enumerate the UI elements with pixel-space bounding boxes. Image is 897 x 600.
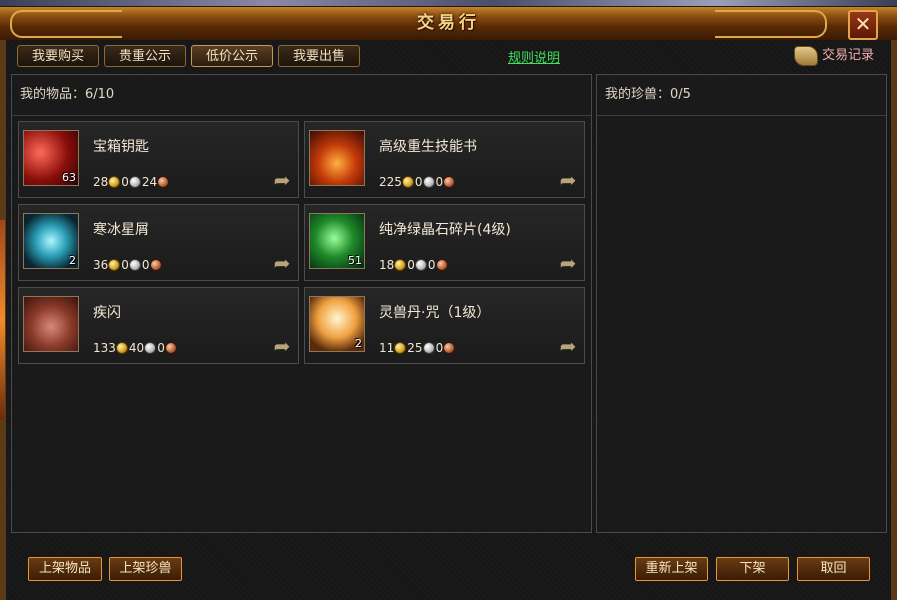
item-price: 36 0 0 (93, 257, 163, 273)
close-button[interactable]: ✕ (848, 10, 878, 40)
copper-amount: 0 (435, 341, 444, 355)
gold-coin-icon (108, 259, 121, 271)
ice-shard-icon: 2 (23, 213, 79, 269)
silver-amount: 40 (128, 341, 145, 355)
gold-coin-icon (394, 259, 407, 271)
item-name: 寒冰星屑 (93, 222, 149, 238)
gold-coin-icon (394, 342, 407, 354)
item-quantity: 63 (62, 171, 76, 184)
item-price: 133 40 0 (93, 340, 178, 356)
share-arrow-icon[interactable]: ➦ (270, 170, 294, 190)
gold-coin-icon (401, 176, 414, 188)
item-card[interactable]: 51 纯净绿晶石碎片(4级) 18 0 0 ➦ (304, 204, 585, 281)
item-quantity: 51 (348, 254, 362, 267)
copper-coin-icon (149, 259, 162, 271)
share-arrow-icon[interactable]: ➦ (270, 336, 294, 356)
key-icon: 63 (23, 130, 79, 186)
item-card[interactable]: 2 灵兽丹·咒（1级） 11 25 0 ➦ (304, 287, 585, 364)
list-item-button[interactable]: 上架物品 (28, 557, 102, 581)
item-card[interactable]: 63 宝箱钥匙 28 0 24 ➦ (18, 121, 299, 198)
copper-amount: 0 (157, 341, 165, 355)
crystal-orb-icon: 2 (309, 296, 365, 352)
tab-lowprice-notice[interactable]: 低价公示 (191, 45, 273, 67)
item-name: 高级重生技能书 (379, 139, 477, 155)
item-price: 28 0 24 (93, 174, 170, 190)
item-name: 宝箱钥匙 (93, 139, 149, 155)
copper-coin-icon (164, 342, 177, 354)
silver-coin-icon (128, 259, 141, 271)
tab-buy[interactable]: 我要购买 (17, 45, 99, 67)
relist-button[interactable]: 重新上架 (635, 557, 708, 581)
share-arrow-icon[interactable]: ➦ (556, 170, 580, 190)
copper-coin-icon (157, 176, 170, 188)
delist-button[interactable]: 下架 (716, 557, 789, 581)
silver-amount: 0 (121, 175, 129, 189)
window-title: 交易行 (417, 13, 480, 33)
gold-amount: 18 (379, 258, 395, 272)
item-price: 11 25 0 (379, 340, 456, 356)
side-decoration (0, 220, 5, 420)
gold-coin-icon (115, 342, 128, 354)
skill-book-icon (309, 130, 365, 186)
tab-sell[interactable]: 我要出售 (278, 45, 360, 67)
copper-coin-icon (435, 259, 448, 271)
item-quantity: 2 (355, 337, 362, 350)
item-card[interactable]: 高级重生技能书 225 0 0 ➦ (304, 121, 585, 198)
silver-amount: 0 (414, 175, 423, 189)
share-arrow-icon[interactable]: ➦ (270, 253, 294, 273)
silver-coin-icon (128, 176, 141, 188)
gold-amount: 225 (379, 175, 402, 189)
withdraw-button[interactable]: 取回 (797, 557, 870, 581)
item-price: 225 0 0 (379, 174, 456, 190)
silver-coin-icon (414, 259, 427, 271)
share-arrow-icon[interactable]: ➦ (556, 336, 580, 356)
share-arrow-icon[interactable]: ➦ (556, 253, 580, 273)
silver-amount: 0 (407, 258, 415, 272)
gold-amount: 28 (93, 175, 109, 189)
trade-records-button[interactable]: 交易记录 (794, 44, 874, 68)
silver-coin-icon (422, 176, 435, 188)
gold-amount: 36 (93, 258, 109, 272)
my-items-header: 我的物品：6/10 (12, 75, 591, 116)
copper-amount: 0 (435, 175, 444, 189)
item-name: 纯净绿晶石碎片(4级) (379, 222, 511, 238)
gold-amount: 11 (379, 341, 395, 355)
copper-coin-icon (443, 342, 456, 354)
silver-amount: 0 (121, 258, 129, 272)
copper-amount: 0 (141, 258, 150, 272)
copper-amount: 24 (141, 175, 158, 189)
item-name: 灵兽丹·咒（1级） (379, 305, 491, 321)
trade-records-label: 交易记录 (822, 48, 875, 63)
scroll-icon (794, 45, 818, 66)
silver-coin-icon (144, 342, 157, 354)
copper-amount: 0 (427, 258, 436, 272)
item-name: 疾闪 (93, 305, 121, 321)
green-crystal-icon: 51 (309, 213, 365, 269)
item-card[interactable]: 疾闪 133 40 0 ➦ (18, 287, 299, 364)
gold-amount: 133 (93, 341, 116, 355)
item-price: 18 0 0 (379, 257, 449, 273)
tab-valuable-notice[interactable]: 贵重公示 (104, 45, 186, 67)
gold-coin-icon (108, 176, 121, 188)
copper-coin-icon (443, 176, 456, 188)
item-card[interactable]: 2 寒冰星屑 36 0 0 ➦ (18, 204, 299, 281)
silver-coin-icon (422, 342, 435, 354)
silver-amount: 25 (407, 341, 423, 355)
dash-skill-icon (23, 296, 79, 352)
rules-link[interactable]: 规则说明 (508, 47, 560, 66)
my-pets-header: 我的珍兽：0/5 (597, 75, 886, 116)
my-pets-panel: 我的珍兽：0/5 (596, 74, 887, 533)
item-quantity: 2 (69, 254, 76, 267)
list-pet-button[interactable]: 上架珍兽 (109, 557, 182, 581)
